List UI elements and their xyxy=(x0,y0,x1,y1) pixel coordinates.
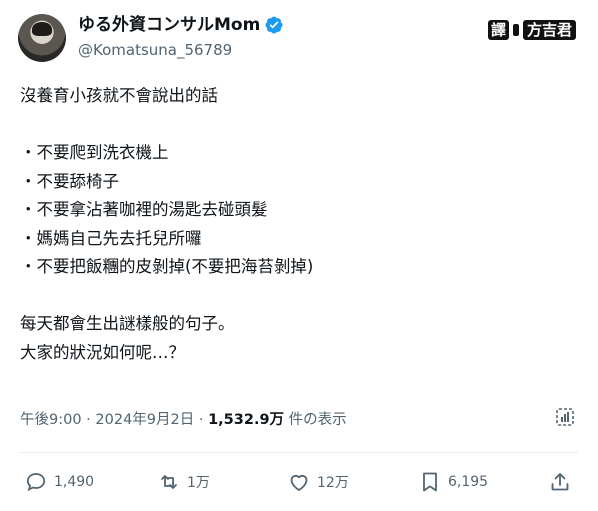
tweet-date[interactable]: 2024年9月2日 xyxy=(95,412,194,428)
views-label: 件の表示 xyxy=(284,412,347,428)
tweet-line: ・不要把飯糰的皮剝掉(不要把海苔剝掉) xyxy=(20,257,314,276)
retweet-icon xyxy=(161,475,177,489)
reply-count: 1,490 xyxy=(54,474,95,490)
retweet-button[interactable]: 1万 xyxy=(157,470,210,494)
display-name[interactable]: ゆる外資コンサルMom xyxy=(78,14,260,36)
tweet-line xyxy=(20,282,580,311)
tweet-meta: 午後9:00 · 2024年9月2日 · 1,532.9万 件の表示 xyxy=(20,408,347,429)
tweet-line: 沒養育小孩就不會說出的話 xyxy=(20,86,218,105)
tweet-time[interactable]: 午後9:00 xyxy=(20,412,82,428)
bookmark-count: 6,195 xyxy=(448,474,489,490)
reply-icon xyxy=(26,473,46,492)
meta-separator: · xyxy=(194,412,209,428)
tweet-text: 沒養育小孩就不會說出的話 ・不要爬到洗衣機上 ・不要舔椅子 ・不要拿沾著咖裡的湯… xyxy=(20,82,580,367)
watermark: 譯 方吉君 xyxy=(488,20,577,40)
meta-separator: · xyxy=(81,412,96,428)
author-name[interactable]: ゆる外資コンサルMom xyxy=(78,14,284,36)
share-icon xyxy=(551,473,569,491)
like-count: 12万 xyxy=(317,475,349,491)
author-handle[interactable]: @Komatsuna_56789 xyxy=(78,40,232,60)
tweet-line xyxy=(20,111,580,140)
tweet-line: ・不要拿沾著咖裡的湯匙去碰頭髮 xyxy=(20,200,268,219)
bookmark-icon xyxy=(423,472,437,492)
watermark-dot xyxy=(513,24,520,36)
like-button[interactable]: 12万 xyxy=(287,470,349,494)
tweet-line: ・媽媽自己先去托兒所囉 xyxy=(20,228,202,248)
tweet-line: ・不要爬到洗衣機上 xyxy=(20,143,169,162)
watermark-label: 譯 xyxy=(488,20,510,40)
tweet-line: 每天都會生出謎樣般的句子。 xyxy=(20,314,235,333)
action-bar: 1,490 1万 12万 6,195 xyxy=(0,470,598,500)
avatar[interactable] xyxy=(18,14,66,62)
tweet-line: 大家的狀況如何呢…？ xyxy=(20,342,185,362)
reply-button[interactable]: 1,490 xyxy=(24,470,94,494)
bookmark-button[interactable]: 6,195 xyxy=(418,470,488,494)
share-button[interactable] xyxy=(548,470,572,494)
retweet-count: 1万 xyxy=(187,475,210,491)
heart-icon xyxy=(290,474,308,492)
tweet-line: ・不要舔椅子 xyxy=(20,171,119,191)
watermark-name: 方吉君 xyxy=(523,20,577,40)
analytics-icon[interactable] xyxy=(553,405,577,429)
views-count: 1,532.9万 xyxy=(208,412,285,428)
verified-badge-icon xyxy=(265,16,283,34)
divider xyxy=(20,452,578,453)
